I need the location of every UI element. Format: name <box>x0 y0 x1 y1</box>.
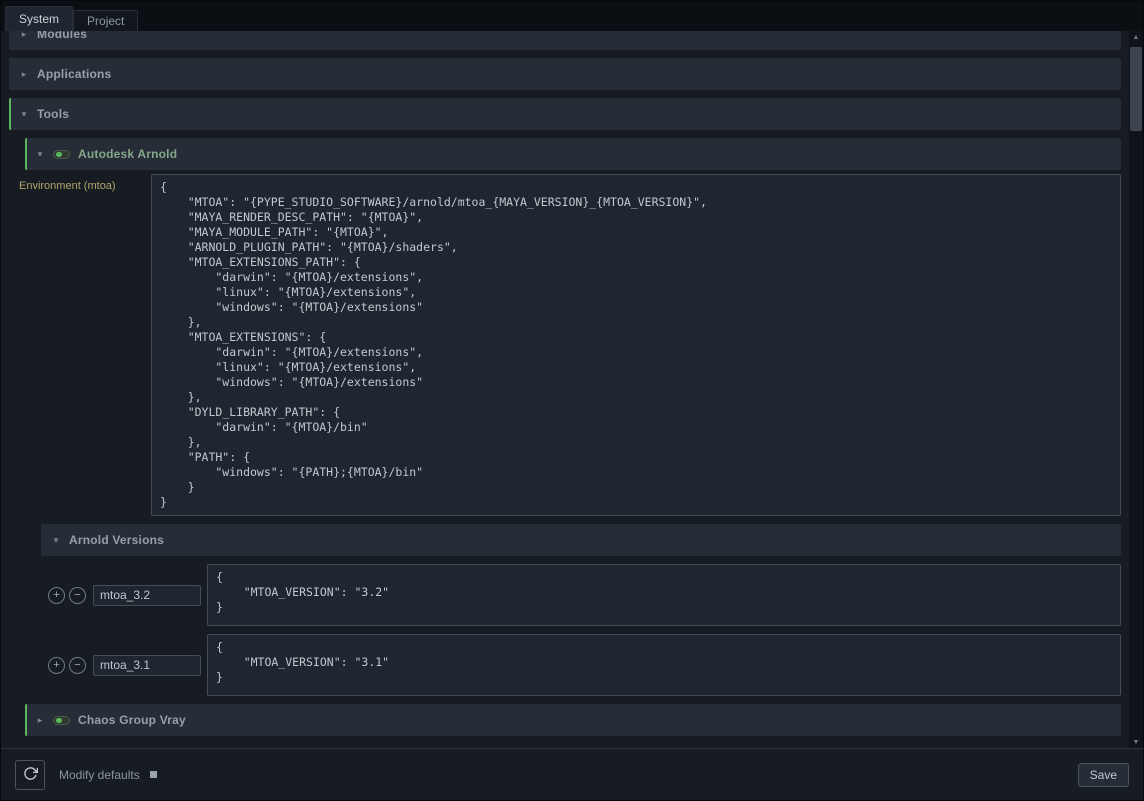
group-title-chaos-group-vray: Chaos Group Vray <box>78 713 186 727</box>
settings-scroll-area: ▸ Modules ▸ Applications ▾ Tools ▾ Autod… <box>1 31 1143 748</box>
tab-system[interactable]: System <box>5 6 73 31</box>
tab-bar: System Project <box>1 1 1143 31</box>
environment-mtoa-textarea[interactable]: { "MTOA": "{PYPE_STUDIO_SOFTWARE}/arnold… <box>151 174 1121 516</box>
section-header-tools[interactable]: ▾ Tools <box>9 98 1121 130</box>
version-value-textarea[interactable]: { "MTOA_VERSION": "3.2" } <box>207 564 1121 626</box>
version-row: + − { "MTOA_VERSION": "3.1" } <box>48 634 1121 696</box>
group-header-chaos-group-vray[interactable]: ▸ Chaos Group Vray <box>25 704 1121 736</box>
footer-bar: Modify defaults Save <box>1 748 1143 800</box>
chevron-down-icon: ▾ <box>19 109 29 120</box>
environment-row: Environment (mtoa) { "MTOA": "{PYPE_STUD… <box>19 174 1121 516</box>
settings-content: ▸ Modules ▸ Applications ▾ Tools ▾ Autod… <box>1 31 1129 748</box>
section-header-applications[interactable]: ▸ Applications <box>9 58 1121 90</box>
modify-defaults-checkbox[interactable] <box>150 771 157 778</box>
refresh-icon <box>23 766 38 784</box>
chevron-down-icon: ▾ <box>51 535 61 546</box>
group-title-autodesk-arnold: Autodesk Arnold <box>78 147 177 161</box>
refresh-button[interactable] <box>15 760 45 790</box>
version-row: + − { "MTOA_VERSION": "3.2" } <box>48 564 1121 626</box>
remove-version-button[interactable]: − <box>69 657 86 674</box>
environment-mtoa-label: Environment (mtoa) <box>19 174 151 192</box>
chevron-down-icon: ▾ <box>35 149 45 160</box>
version-value-textarea[interactable]: { "MTOA_VERSION": "3.1" } <box>207 634 1121 696</box>
arnold-enabled-toggle[interactable] <box>53 150 70 159</box>
section-title-tools: Tools <box>37 107 69 121</box>
scrollbar-thumb[interactable] <box>1130 47 1142 131</box>
remove-version-button[interactable]: − <box>69 587 86 604</box>
tools-section-body: ▾ Autodesk Arnold Environment (mtoa) { "… <box>9 138 1121 736</box>
group-title-arnold-versions: Arnold Versions <box>69 533 164 547</box>
save-button[interactable]: Save <box>1078 763 1129 787</box>
add-version-button[interactable]: + <box>48 657 65 674</box>
section-title-applications: Applications <box>37 67 111 81</box>
group-header-autodesk-arnold[interactable]: ▾ Autodesk Arnold <box>25 138 1121 170</box>
version-key-input[interactable] <box>93 585 201 606</box>
version-key-input[interactable] <box>93 655 201 676</box>
scroll-down-button[interactable]: ▼ <box>1129 736 1143 748</box>
add-version-button[interactable]: + <box>48 587 65 604</box>
chevron-right-icon: ▸ <box>19 31 29 40</box>
chevron-right-icon: ▸ <box>35 715 45 726</box>
chevron-right-icon: ▸ <box>19 69 29 80</box>
section-header-modules[interactable]: ▸ Modules <box>9 31 1121 50</box>
group-header-arnold-versions[interactable]: ▾ Arnold Versions <box>41 524 1121 556</box>
vertical-scrollbar: ▲ ▼ <box>1129 31 1143 748</box>
modify-defaults-label: Modify defaults <box>59 768 140 782</box>
scroll-up-button[interactable]: ▲ <box>1129 31 1143 43</box>
tab-project[interactable]: Project <box>73 10 138 31</box>
vray-enabled-toggle[interactable] <box>53 716 70 725</box>
section-title-modules: Modules <box>37 31 87 41</box>
